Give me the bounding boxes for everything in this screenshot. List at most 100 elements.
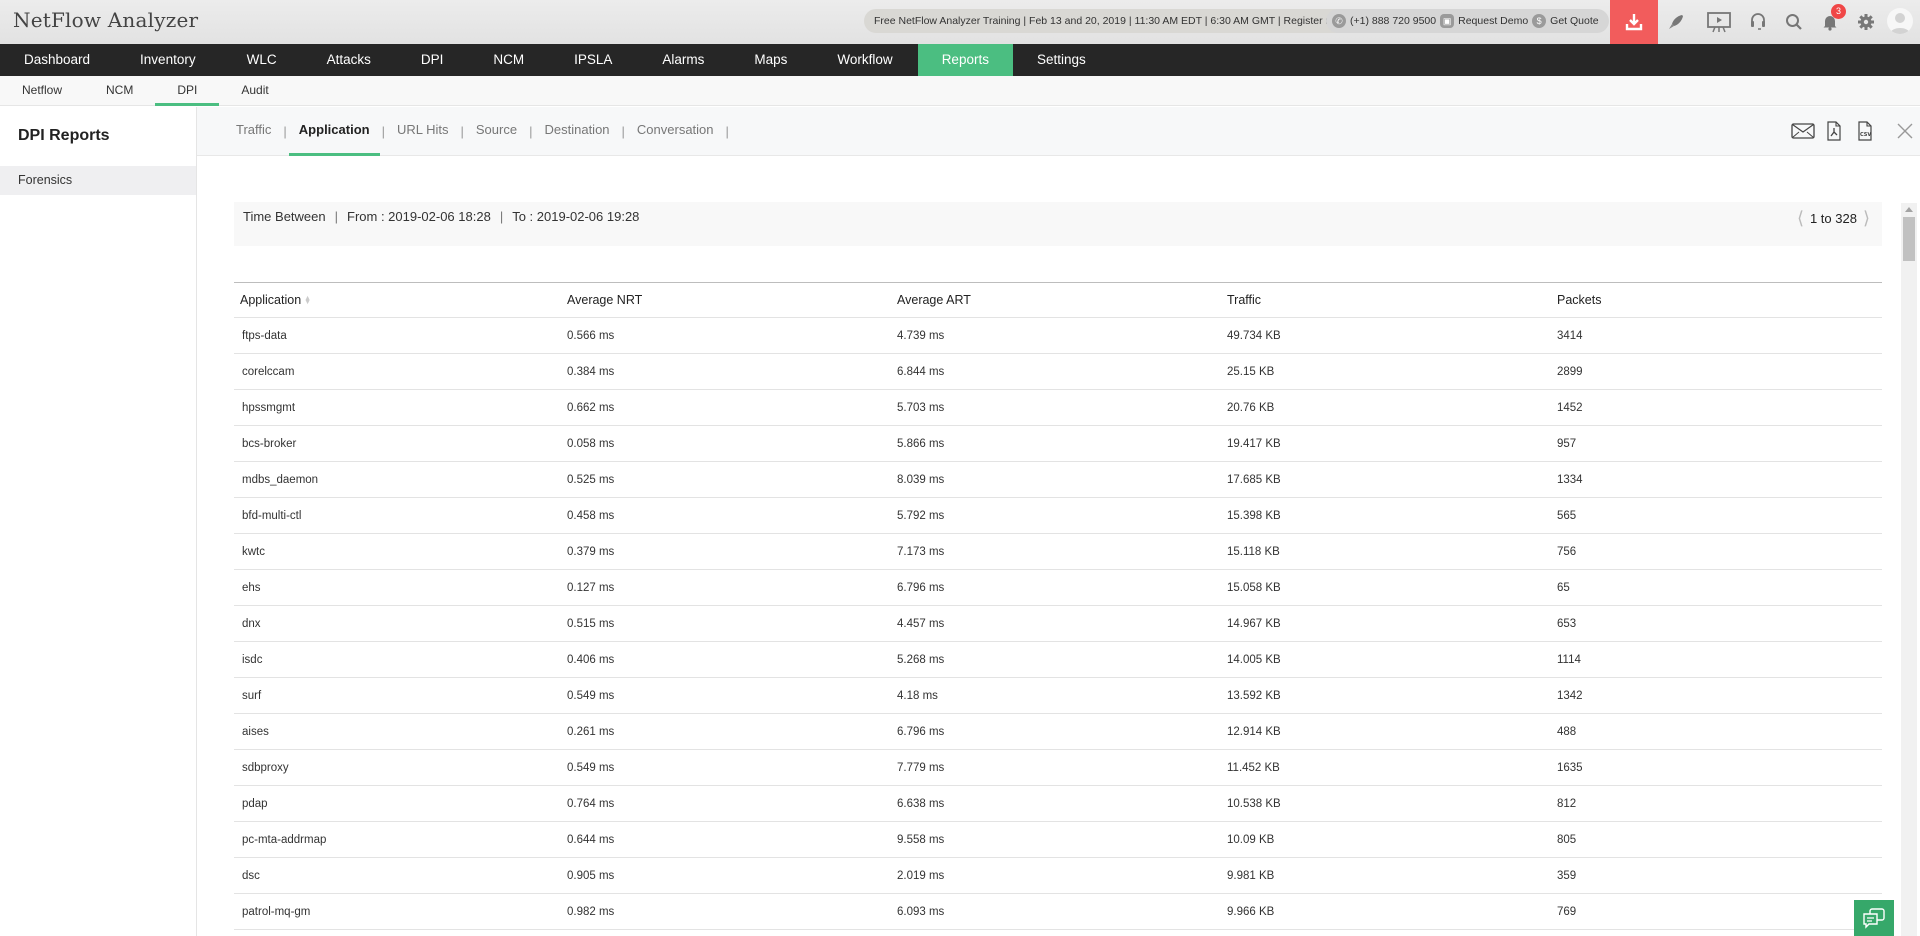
nav-reports[interactable]: Reports	[917, 44, 1013, 76]
table-row[interactable]: corelccam 0.384 ms 6.844 ms 25.15 KB 2899	[234, 354, 1882, 390]
column-header-average-art[interactable]: Average ART	[894, 293, 1224, 307]
column-header-average-nrt[interactable]: Average NRT	[564, 293, 894, 307]
table-row[interactable]: hpssmgmt 0.662 ms 5.703 ms 20.76 KB 1452	[234, 390, 1882, 426]
table-row[interactable]: ehs 0.127 ms 6.796 ms 15.058 KB 65	[234, 570, 1882, 606]
cell-application[interactable]: ftps-data	[234, 330, 564, 342]
cell-packets: 805	[1557, 833, 1577, 846]
cell-application[interactable]: aises	[234, 726, 564, 738]
subnav-audit[interactable]: Audit	[219, 76, 290, 106]
subnav-netflow[interactable]: Netflow	[0, 76, 84, 106]
cell-application[interactable]: isdc	[234, 654, 564, 666]
nav-settings[interactable]: Settings	[1013, 44, 1110, 76]
cell-average-art: 5.866 ms	[897, 437, 945, 450]
sort-icon[interactable]: ▲ ▼	[304, 295, 311, 306]
subnav-dpi[interactable]: DPI	[155, 76, 220, 106]
nav-ncm[interactable]: NCM	[468, 44, 549, 76]
column-header-packets[interactable]: Packets	[1554, 293, 1882, 307]
cell-application[interactable]: mdbs_daemon	[234, 474, 564, 486]
cell-packets: 1334	[1557, 473, 1583, 486]
settings-button[interactable]	[1854, 10, 1878, 34]
nav-wlc[interactable]: WLC	[222, 44, 302, 76]
cell-average-art: 5.703 ms	[897, 401, 945, 414]
table-row[interactable]: bfd-multi-ctl 0.458 ms 5.792 ms 15.398 KB 56…	[234, 498, 1882, 534]
nav-dpi[interactable]: DPI	[396, 44, 469, 76]
nav-ipsla[interactable]: IPSLA	[549, 44, 637, 76]
tab-conversation[interactable]: Conversation	[635, 107, 716, 156]
cell-application[interactable]: dsc	[234, 870, 564, 882]
search-button[interactable]	[1782, 10, 1806, 34]
column-header-application[interactable]: Application ▲ ▼	[234, 293, 564, 307]
request-demo-link[interactable]: Request Demo	[1458, 9, 1528, 33]
nav-attacks[interactable]: Attacks	[302, 44, 396, 76]
email-report-button[interactable]	[1788, 119, 1818, 143]
export-csv-button[interactable]: CSV	[1850, 119, 1880, 143]
table-row[interactable]: kwtc 0.379 ms 7.173 ms 15.118 KB 756	[234, 534, 1882, 570]
close-report-button[interactable]	[1890, 119, 1920, 143]
cell-average-nrt: 0.525 ms	[567, 473, 615, 486]
tab-url-hits[interactable]: URL Hits	[395, 107, 451, 156]
table-row[interactable]: surf 0.549 ms 4.18 ms 13.592 KB 1342	[234, 678, 1882, 714]
table-row[interactable]: ftps-data 0.566 ms 4.739 ms 49.734 KB 3414	[234, 318, 1882, 354]
cell-application[interactable]: sdbproxy	[234, 762, 564, 774]
table-row[interactable]: dnx 0.515 ms 4.457 ms 14.967 KB 653	[234, 606, 1882, 642]
tab-source[interactable]: Source	[474, 107, 519, 156]
phone-number[interactable]: (+1) 888 720 9500	[1350, 9, 1436, 33]
demo-video-button[interactable]	[1705, 10, 1733, 34]
support-button[interactable]	[1746, 10, 1770, 34]
subnav-ncm[interactable]: NCM	[84, 76, 155, 106]
table-row[interactable]: sdbproxy 0.549 ms 7.779 ms 11.452 KB 1635	[234, 750, 1882, 786]
cell-application[interactable]: kwtc	[234, 546, 564, 558]
sidebar-item-forensics[interactable]: Forensics	[0, 166, 196, 195]
prev-page-icon[interactable]: ⟨	[1797, 209, 1804, 227]
cell-traffic: 14.005 KB	[1227, 653, 1281, 666]
rocket-button[interactable]	[1664, 10, 1688, 34]
app-logo[interactable]: NetFlow Analyzer	[13, 8, 198, 32]
tab-destination[interactable]: Destination	[542, 107, 611, 156]
tab-application[interactable]: Application	[288, 107, 380, 156]
cell-application[interactable]: patrol-mq-gm	[234, 906, 564, 918]
scroll-up-arrow[interactable]	[1905, 207, 1913, 212]
cell-application[interactable]: bcs-broker	[234, 438, 564, 450]
cell-application[interactable]: corelccam	[234, 366, 564, 378]
cell-application[interactable]: dnx	[234, 618, 564, 630]
top-header: NetFlow Analyzer Free NetFlow Analyzer T…	[0, 0, 1920, 44]
sub-nav: Netflow NCM DPI Audit	[0, 76, 1920, 106]
table-row[interactable]: dsc 0.905 ms 2.019 ms 9.981 KB 359	[234, 858, 1882, 894]
page-range: 1 to 328	[1809, 210, 1857, 226]
cell-packets: 565	[1557, 509, 1577, 522]
table-row[interactable]: pdap 0.764 ms 6.638 ms 10.538 KB 812	[234, 786, 1882, 822]
cell-application[interactable]: pdap	[234, 798, 564, 810]
cell-average-art: 6.796 ms	[897, 725, 945, 738]
nav-workflow[interactable]: Workflow	[812, 44, 917, 76]
nav-maps[interactable]: Maps	[729, 44, 812, 76]
cell-packets: 1452	[1557, 401, 1583, 414]
chat-button[interactable]	[1854, 900, 1894, 936]
table-row[interactable]: pc-mta-addrmap 0.644 ms 9.558 ms 10.09 KB 80…	[234, 822, 1882, 858]
nav-dashboard[interactable]: Dashboard	[0, 44, 114, 76]
scroll-thumb[interactable]	[1903, 217, 1915, 261]
cell-application[interactable]: hpssmgmt	[234, 402, 564, 414]
table-row[interactable]: isdc 0.406 ms 5.268 ms 14.005 KB 1114	[234, 642, 1882, 678]
cell-application[interactable]: pc-mta-addrmap	[234, 834, 564, 846]
nav-alarms[interactable]: Alarms	[637, 44, 729, 76]
table-row[interactable]: bcs-broker 0.058 ms 5.866 ms 19.417 KB 957	[234, 426, 1882, 462]
user-avatar-icon	[1890, 13, 1910, 34]
tab-traffic[interactable]: Traffic	[234, 107, 273, 156]
table-row[interactable]: mdbs_daemon 0.525 ms 8.039 ms 17.685 KB 1334	[234, 462, 1882, 498]
next-page-icon[interactable]: ⟩	[1863, 209, 1870, 227]
cell-application[interactable]: bfd-multi-ctl	[234, 510, 564, 522]
export-pdf-button[interactable]	[1819, 119, 1849, 143]
column-header-traffic[interactable]: Traffic	[1224, 293, 1554, 307]
table-row[interactable]: aises 0.261 ms 6.796 ms 12.914 KB 488	[234, 714, 1882, 750]
table-row[interactable]: patrol-mq-gm 0.982 ms 6.093 ms 9.966 KB 769	[234, 894, 1882, 930]
download-button[interactable]	[1610, 0, 1658, 44]
training-promo-link[interactable]: Free NetFlow Analyzer Training | Feb 13 …	[864, 9, 1355, 33]
demo-icon: ▣	[1440, 14, 1455, 28]
cell-application[interactable]: surf	[234, 690, 564, 702]
notification-badge: 3	[1831, 4, 1846, 19]
vertical-scrollbar[interactable]	[1901, 203, 1917, 936]
cell-application[interactable]: ehs	[234, 582, 564, 594]
user-avatar[interactable]	[1887, 8, 1913, 34]
get-quote-link[interactable]: Get Quote	[1550, 9, 1598, 33]
nav-inventory[interactable]: Inventory	[114, 44, 222, 76]
